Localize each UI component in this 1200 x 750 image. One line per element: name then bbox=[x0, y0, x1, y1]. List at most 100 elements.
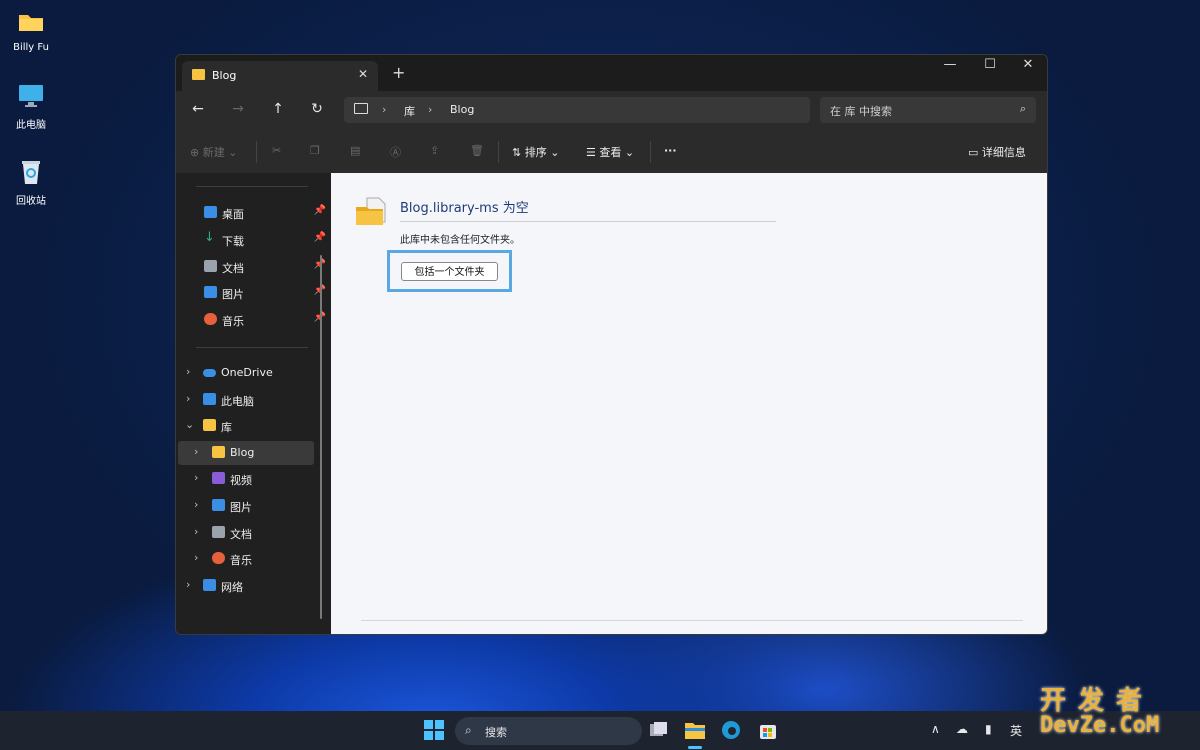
sidebar-item-libraries[interactable]: ⌄ 库 bbox=[182, 414, 322, 438]
battery-icon[interactable]: ▮ bbox=[985, 722, 992, 736]
refresh-button[interactable]: ↻ bbox=[307, 101, 327, 117]
chevron-right-icon[interactable]: › bbox=[194, 498, 198, 511]
task-view-icon[interactable] bbox=[647, 719, 669, 741]
sidebar-scrollbar[interactable] bbox=[320, 255, 322, 619]
title-bar: Blog ✕ + — ☐ ✕ bbox=[176, 55, 1047, 91]
search-icon: ⌕ bbox=[1019, 102, 1026, 115]
cut-icon[interactable]: ✂ bbox=[272, 144, 281, 157]
windows-start-icon[interactable] bbox=[423, 719, 445, 741]
site-watermark: 开发者 DevZe.CoM bbox=[1040, 680, 1159, 738]
chevron-down-icon[interactable]: ⌄ bbox=[185, 418, 194, 431]
up-button[interactable]: ↑ bbox=[268, 101, 288, 117]
close-tab-icon[interactable]: ✕ bbox=[358, 67, 368, 81]
maximize-button[interactable]: ☐ bbox=[970, 57, 1010, 72]
breadcrumb-blog[interactable]: Blog bbox=[450, 103, 474, 116]
sidebar-item-label: 下载 bbox=[222, 235, 244, 248]
chevron-right-icon[interactable]: › bbox=[186, 392, 190, 405]
rename-icon[interactable]: Ⓐ bbox=[390, 144, 401, 160]
new-label: 新建 bbox=[202, 146, 225, 159]
sidebar-item-desktop[interactable]: 桌面 📌 bbox=[196, 201, 336, 225]
breadcrumb-separator: › bbox=[428, 103, 433, 116]
sort-button[interactable]: ⇅ 排序 ⌄ bbox=[512, 144, 559, 160]
chevron-right-icon[interactable]: › bbox=[194, 551, 198, 564]
sidebar-item-music[interactable]: 音乐 📌 bbox=[196, 308, 336, 332]
sidebar-item-pictures[interactable]: 图片 📌 bbox=[196, 281, 336, 305]
download-icon: ↓ bbox=[204, 230, 215, 245]
taskbar: ⌕ 搜索 ∧ ☁ ▮ 英 bbox=[0, 711, 1200, 750]
new-button[interactable]: ⊕ 新建 ⌄ bbox=[190, 144, 237, 160]
file-explorer-taskbar-icon[interactable] bbox=[684, 719, 706, 741]
sidebar-item-documents-library[interactable]: › 文档 bbox=[178, 521, 318, 545]
music-icon bbox=[212, 552, 225, 564]
desktop-icon-billy-fu[interactable]: Billy Fu bbox=[1, 8, 61, 53]
sidebar-item-label: 文档 bbox=[222, 262, 244, 275]
sidebar-item-documents[interactable]: 文档 📌 bbox=[196, 255, 336, 279]
sort-label: 排序 bbox=[524, 146, 547, 159]
minimize-button[interactable]: — bbox=[930, 57, 970, 72]
tab-blog[interactable]: Blog ✕ bbox=[182, 61, 378, 91]
new-tab-button[interactable]: + bbox=[392, 63, 405, 82]
active-app-indicator bbox=[688, 746, 702, 749]
network-status-icon[interactable]: ☁ bbox=[956, 722, 968, 736]
address-bar[interactable]: › 库 › Blog bbox=[344, 97, 810, 123]
copy-icon[interactable]: ❐ bbox=[310, 144, 320, 157]
folder-icon bbox=[19, 15, 43, 31]
chevron-right-icon[interactable]: › bbox=[194, 445, 198, 458]
input-method-indicator[interactable]: 英 bbox=[1010, 722, 1022, 739]
details-button[interactable]: ▭ 详细信息 bbox=[968, 144, 1026, 160]
sidebar-item-videos[interactable]: › 视频 bbox=[178, 467, 318, 491]
sidebar-item-network[interactable]: › 网络 bbox=[182, 574, 322, 598]
sidebar-item-label: 此电脑 bbox=[221, 395, 254, 408]
sidebar-item-music-library[interactable]: › 音乐 bbox=[178, 547, 318, 571]
chevron-right-icon[interactable]: › bbox=[194, 525, 198, 538]
command-bar: ⊕ 新建 ⌄ ✂ ❐ ▤ Ⓐ ⇪ 🗑 ⇅ 排序 ⌄ ☰ 查看 ⌄ ··· ▭ 详… bbox=[176, 131, 1047, 174]
taskbar-search-box[interactable]: ⌕ 搜索 bbox=[455, 717, 642, 745]
share-icon[interactable]: ⇪ bbox=[430, 144, 439, 157]
delete-icon[interactable]: 🗑 bbox=[470, 144, 484, 157]
edge-browser-icon[interactable] bbox=[720, 719, 742, 741]
plus-icon: ⊕ bbox=[190, 146, 203, 159]
view-button[interactable]: ☰ 查看 ⌄ bbox=[586, 144, 634, 160]
sidebar-item-label: OneDrive bbox=[221, 366, 273, 379]
pin-icon[interactable]: 📌 bbox=[314, 205, 326, 216]
pin-icon[interactable]: 📌 bbox=[314, 232, 326, 243]
sidebar-item-label: 视频 bbox=[230, 474, 252, 487]
library-folder-icon bbox=[356, 197, 386, 225]
close-button[interactable]: ✕ bbox=[1008, 57, 1047, 72]
back-button[interactable]: ← bbox=[188, 101, 208, 117]
toolbar-divider bbox=[498, 141, 499, 163]
desktop-icon-recycle-bin[interactable]: 回收站 bbox=[1, 158, 61, 207]
library-icon bbox=[203, 419, 216, 431]
forward-button[interactable]: → bbox=[228, 101, 248, 117]
network-icon bbox=[203, 579, 216, 591]
sidebar-item-this-pc[interactable]: › 此电脑 bbox=[182, 388, 322, 412]
desktop-icon-label: 此电脑 bbox=[16, 120, 46, 131]
breadcrumb-library[interactable]: 库 bbox=[404, 103, 415, 119]
sidebar-divider bbox=[196, 186, 308, 187]
sidebar-item-downloads[interactable]: ↓ 下载 📌 bbox=[196, 228, 336, 252]
include-folder-button[interactable]: 包括一个文件夹 bbox=[401, 262, 498, 281]
sidebar-divider bbox=[196, 347, 308, 348]
chevron-right-icon[interactable]: › bbox=[186, 365, 190, 378]
desktop-icon-label: Billy Fu bbox=[13, 42, 49, 53]
chevron-right-icon[interactable]: › bbox=[186, 578, 190, 591]
desktop-icon-this-pc[interactable]: 此电脑 bbox=[1, 82, 61, 131]
search-box[interactable]: 在 库 中搜索 ⌕ bbox=[820, 97, 1036, 123]
paste-icon[interactable]: ▤ bbox=[350, 144, 360, 157]
cloud-icon bbox=[203, 369, 216, 377]
sidebar-item-pictures-library[interactable]: › 图片 bbox=[178, 494, 318, 518]
sidebar-item-blog[interactable]: › Blog bbox=[178, 441, 314, 465]
watermark-line2: DevZe.CoM bbox=[1040, 713, 1160, 738]
search-placeholder: 在 库 中搜索 bbox=[830, 105, 892, 118]
empty-library-description: 此库中未包含任何文件夹。 bbox=[400, 235, 520, 246]
toolbar-divider bbox=[256, 141, 257, 163]
recycle-bin-icon bbox=[22, 161, 40, 184]
sidebar-item-label: 图片 bbox=[230, 501, 252, 514]
sidebar-item-label: 网络 bbox=[221, 581, 243, 594]
chevron-right-icon[interactable]: › bbox=[194, 471, 198, 484]
microsoft-store-icon[interactable] bbox=[757, 719, 779, 741]
more-options-button[interactable]: ··· bbox=[664, 144, 677, 157]
tray-overflow-chevron[interactable]: ∧ bbox=[931, 722, 940, 736]
music-icon bbox=[204, 313, 217, 325]
sidebar-item-onedrive[interactable]: › OneDrive bbox=[182, 361, 322, 385]
